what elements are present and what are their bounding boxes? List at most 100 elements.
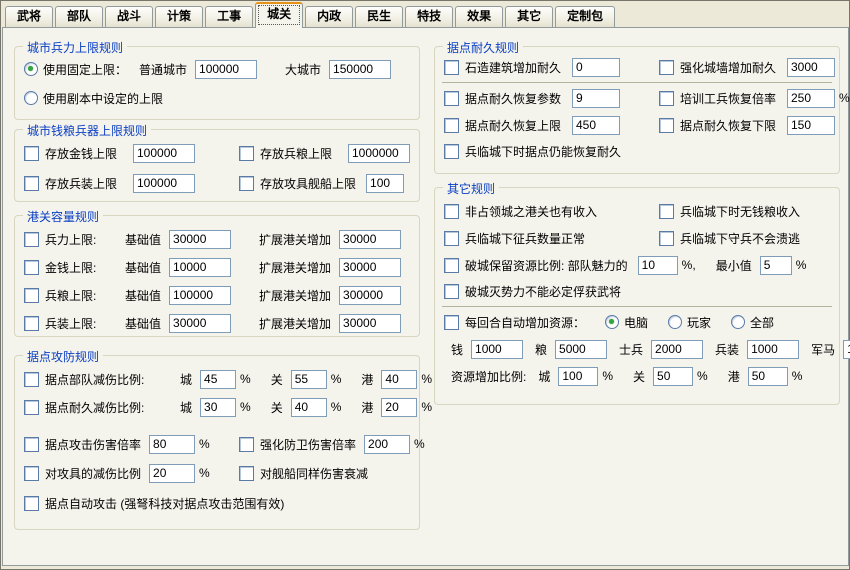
res-gold-input[interactable] [471, 340, 523, 359]
checkbox-base-auto-attack[interactable] [24, 496, 39, 511]
checkbox-no-rout-under-siege[interactable] [659, 231, 674, 246]
min-value-input[interactable] [760, 256, 792, 275]
res-food-input[interactable] [555, 340, 607, 359]
tab-xiao-guo[interactable]: 效果 [455, 6, 503, 27]
checkbox-store-gold-cap[interactable] [24, 146, 39, 161]
checkbox-unowned-port-income[interactable] [444, 204, 459, 219]
port-weapon-expand-input[interactable] [339, 314, 401, 333]
dura-reduce-pass-input[interactable] [291, 398, 327, 417]
checkbox-engineer-recover-multiplier[interactable] [659, 91, 674, 106]
checkbox-reinforced-wall-durability[interactable] [659, 60, 674, 75]
tab-cheng-guan-selected[interactable]: 城关 [255, 2, 303, 28]
troop-reduce-port-input[interactable] [381, 370, 417, 389]
checkbox-port-weapon-cap[interactable] [24, 316, 39, 331]
port-food-expand-input[interactable] [339, 286, 401, 305]
big-city-label: 大城市 [285, 61, 321, 78]
durability-recover-upper-input[interactable] [572, 116, 620, 135]
tab-ding-zhi-bao[interactable]: 定制包 [555, 6, 615, 27]
checkbox-durability-recover-upper[interactable] [444, 118, 459, 133]
percent-sign: % [331, 372, 342, 386]
checkbox-base-attack-multiplier[interactable] [24, 437, 39, 452]
checkbox-keep-resources-ratio[interactable] [444, 258, 459, 273]
troop-reduce-city-input[interactable] [200, 370, 236, 389]
tab-min-sheng[interactable]: 民生 [355, 6, 403, 27]
dura-reduce-city-input[interactable] [200, 398, 236, 417]
checkbox-auto-add-resources[interactable] [444, 315, 459, 330]
checkbox-port-gold-cap[interactable] [24, 260, 39, 275]
big-city-cap-input[interactable] [329, 60, 391, 79]
tab-te-ji[interactable]: 特技 [405, 6, 453, 27]
res-soldier-input[interactable] [651, 340, 703, 359]
ratio-pass-input[interactable] [653, 367, 693, 386]
engineer-recover-multiplier-input[interactable] [787, 89, 835, 108]
ratio-port-input[interactable] [748, 367, 788, 386]
checkbox-durability-recover-lower[interactable] [659, 118, 674, 133]
checkbox-no-income-under-siege[interactable] [659, 204, 674, 219]
port-troop-expand-input[interactable] [339, 230, 401, 249]
tab-bu-dui[interactable]: 部队 [55, 6, 103, 27]
port-weapon-base-input[interactable] [169, 314, 231, 333]
checkbox-port-food-cap[interactable] [24, 288, 39, 303]
stone-building-durability-input[interactable] [572, 58, 620, 77]
reinforced-defense-multiplier-input[interactable] [364, 435, 410, 454]
percent-comma: %, [682, 258, 696, 272]
tab-wu-jiang[interactable]: 武将 [5, 6, 53, 27]
tab-zhan-dou[interactable]: 战斗 [105, 6, 153, 27]
store-gold-cap-label: 存放金钱上限 [45, 145, 133, 162]
checkbox-normal-draft-under-siege[interactable] [444, 231, 459, 246]
tab-gong-shi[interactable]: 工事 [205, 6, 253, 27]
store-siege-ship-cap-input[interactable] [366, 174, 404, 193]
checkbox-reinforced-defense-multiplier[interactable] [239, 437, 254, 452]
group-base-durability: 据点耐久规则 石造建筑增加耐久 强化城墙增加耐久 据点耐久恢复参数 [434, 46, 840, 174]
dura-reduce-port-input[interactable] [381, 398, 417, 417]
res-weapon-input[interactable] [747, 340, 799, 359]
tab-page-cheng-guan: 城市兵力上限规则 使用固定上限： 普通城市 大城市 使用剧本中设定的上限 城市钱… [2, 27, 849, 566]
radio-auto-res-computer[interactable] [605, 315, 619, 329]
checkbox-port-troop-cap[interactable] [24, 232, 39, 247]
store-food-cap-input[interactable] [348, 144, 410, 163]
checkbox-troop-damage-reduce[interactable] [24, 372, 39, 387]
checkbox-no-guaranteed-capture[interactable] [444, 284, 459, 299]
port-food-base-input[interactable] [169, 286, 231, 305]
ratio-city-input[interactable] [558, 367, 598, 386]
checkbox-store-food-cap[interactable] [239, 146, 254, 161]
checkbox-store-weapon-cap[interactable] [24, 176, 39, 191]
port-troop-base-input[interactable] [169, 230, 231, 249]
checkbox-recover-under-siege[interactable] [444, 144, 459, 159]
radio-auto-res-player[interactable] [668, 315, 682, 329]
res-horse-input[interactable] [843, 340, 850, 359]
radio-scenario-cap[interactable] [24, 91, 38, 105]
troop-reduce-pass-input[interactable] [291, 370, 327, 389]
group-base-combat: 据点攻防规则 据点部队减伤比例: 城 % 关 % 港 % [14, 355, 420, 530]
normal-city-label: 普通城市 [139, 61, 187, 78]
port-gold-expand-input[interactable] [339, 258, 401, 277]
checkbox-ship-same-damage-decay[interactable] [239, 466, 254, 481]
durability-recover-lower-input[interactable] [787, 116, 835, 135]
normal-city-cap-input[interactable] [195, 60, 257, 79]
store-gold-cap-input[interactable] [133, 144, 195, 163]
siege-damage-reduce-input[interactable] [149, 464, 195, 483]
store-weapon-cap-input[interactable] [133, 174, 195, 193]
checkbox-durability-recover-param[interactable] [444, 91, 459, 106]
pass-label: 关 [271, 399, 283, 416]
tab-nei-zheng[interactable]: 内政 [305, 6, 353, 27]
ship-same-damage-decay-label: 对舰船同样伤害衰减 [260, 465, 368, 482]
engineer-recover-multiplier-label: 培训工兵恢复倍率 [680, 90, 787, 107]
port-weapon-cap-label: 兵装上限: [45, 315, 125, 332]
checkbox-store-siege-ship-cap[interactable] [239, 176, 254, 191]
checkbox-stone-building-durability[interactable] [444, 60, 459, 75]
durability-recover-param-input[interactable] [572, 89, 620, 108]
durability-recover-lower-label: 据点耐久恢复下限 [680, 117, 787, 134]
reinforced-wall-durability-input[interactable] [787, 58, 835, 77]
tab-ji-ce[interactable]: 计策 [155, 6, 203, 27]
siege-damage-reduce-label: 对攻具的减伤比例 [45, 465, 141, 482]
radio-auto-res-all[interactable] [731, 315, 745, 329]
expand-port-label: 扩展港关增加 [259, 315, 331, 332]
keep-resources-ratio-input[interactable] [638, 256, 678, 275]
radio-fixed-cap[interactable] [24, 62, 38, 76]
base-attack-multiplier-input[interactable] [149, 435, 195, 454]
checkbox-durability-damage-reduce[interactable] [24, 400, 39, 415]
tab-qi-ta[interactable]: 其它 [505, 6, 553, 27]
port-gold-base-input[interactable] [169, 258, 231, 277]
checkbox-siege-damage-reduce[interactable] [24, 466, 39, 481]
